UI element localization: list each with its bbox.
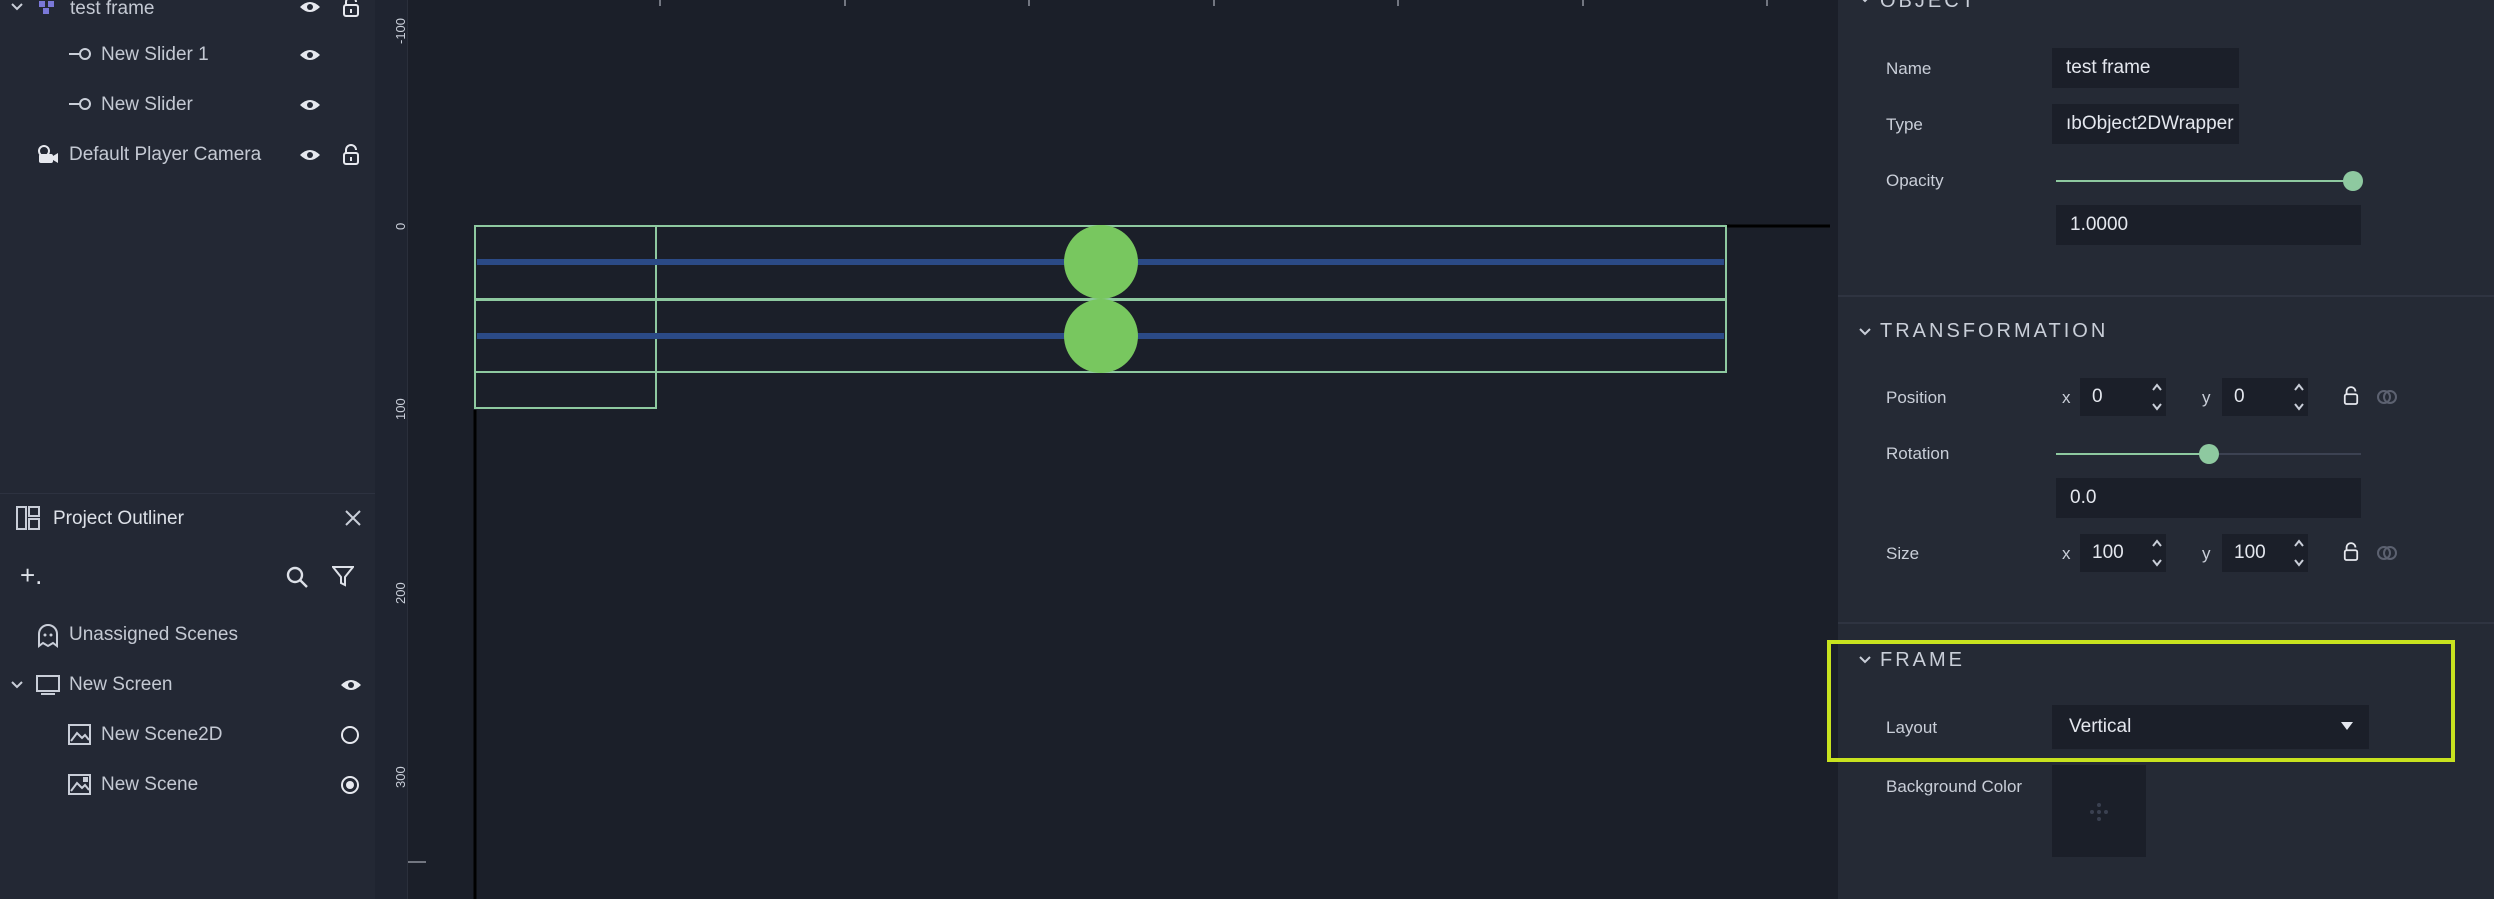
frame-icon <box>39 1 54 14</box>
position-label: Position <box>1886 388 1947 407</box>
background-color-label: Background Color <box>1886 777 2023 796</box>
stepper-arrows-icon[interactable] <box>2150 536 2164 570</box>
close-icon[interactable] <box>344 509 362 527</box>
size-label: Size <box>1886 544 1920 563</box>
ruler-tick-label: 100 <box>393 398 408 420</box>
hierarchy-item-label: Default Player Camera <box>69 144 262 165</box>
outliner-item-label: Unassigned Scenes <box>69 624 238 645</box>
caret-down-icon <box>2341 722 2353 730</box>
lock-icon[interactable] <box>2343 542 2359 562</box>
search-icon[interactable] <box>285 565 309 589</box>
hierarchy-item-label: New Slider <box>101 94 193 115</box>
outliner-toolbar: +. <box>0 552 375 600</box>
hierarchy-item-test-frame[interactable]: test frame <box>0 0 375 32</box>
add-button[interactable]: +. <box>20 560 42 591</box>
hierarchy-item-label: New Slider 1 <box>101 44 209 65</box>
layout-dropdown-value: Vertical <box>2069 716 2132 737</box>
opacity-label: Opacity <box>1886 171 1944 190</box>
slider-2-handle <box>1064 299 1138 373</box>
lock-icon[interactable] <box>2343 386 2359 406</box>
opacity-slider-track[interactable] <box>2056 180 2353 182</box>
rotation-input[interactable]: 0.0 <box>2056 478 2361 518</box>
scene-drawing <box>408 0 1830 899</box>
chevron-down-icon[interactable] <box>10 2 24 12</box>
chevron-down-icon[interactable] <box>10 680 24 690</box>
stepper-arrows-icon[interactable] <box>2292 380 2306 414</box>
project-outliner-header: Project Outliner <box>0 493 375 542</box>
outliner-item-new-screen[interactable]: New Screen <box>0 660 375 710</box>
slider-icon <box>69 98 91 110</box>
radio-selected-icon[interactable] <box>340 775 360 795</box>
rotation-slider-handle[interactable] <box>2198 444 2219 464</box>
ghost-icon <box>38 624 58 648</box>
ruler-tick-label: -100 <box>393 17 408 44</box>
section-divider <box>1838 622 2494 624</box>
stepper-arrows-icon[interactable] <box>2150 380 2164 414</box>
link-icon[interactable] <box>2376 542 2398 564</box>
position-x-axis-label: x <box>2062 388 2071 407</box>
section-header-transformation[interactable]: TRANSFORMATION <box>1880 320 2108 343</box>
outliner-item-new-scene[interactable]: New Scene <box>0 760 375 810</box>
slider-1-handle <box>1064 225 1138 299</box>
ruler-tick-label: 200 <box>393 582 408 604</box>
layout-dropdown[interactable]: Vertical <box>2052 705 2369 749</box>
vertical-ruler <box>375 0 408 899</box>
color-picker-icon <box>2090 803 2108 821</box>
type-field: ıbObject2DWrapper <box>2052 104 2239 144</box>
radio-empty-icon[interactable] <box>340 725 360 745</box>
outliner-item-label: New Scene2D <box>101 724 223 745</box>
section-header-frame[interactable]: FRAME <box>1880 649 1965 672</box>
name-label: Name <box>1886 59 1932 78</box>
position-y-axis-label: y <box>2202 388 2211 407</box>
outliner-item-unassigned-scenes[interactable]: Unassigned Scenes <box>0 610 375 660</box>
camera-icon <box>38 145 58 163</box>
eye-icon[interactable] <box>299 98 321 112</box>
filter-icon[interactable] <box>332 565 354 587</box>
hierarchy-item-default-player-camera[interactable]: Default Player Camera <box>0 130 375 180</box>
lock-icon[interactable] <box>342 144 360 166</box>
hierarchy-item-new-slider[interactable]: New Slider <box>0 80 375 130</box>
outliner-item-label: New Screen <box>69 674 173 695</box>
eye-icon[interactable] <box>340 678 362 692</box>
chevron-down-icon[interactable] <box>1858 655 1872 665</box>
eye-icon[interactable] <box>299 0 321 14</box>
ruler-tick-label: 300 <box>393 766 408 788</box>
viewport-canvas[interactable] <box>408 0 1830 899</box>
stepper-arrows-icon[interactable] <box>2292 536 2306 570</box>
name-input[interactable]: test frame <box>2052 48 2239 88</box>
opacity-slider-handle[interactable] <box>2343 171 2363 191</box>
eye-icon[interactable] <box>299 148 321 162</box>
outliner-item-label: New Scene <box>101 774 199 795</box>
outliner-item-new-scene2d[interactable]: New Scene2D <box>0 710 375 760</box>
scene-icon <box>68 774 91 795</box>
eye-icon[interactable] <box>299 48 321 62</box>
opacity-input[interactable]: 1.0000 <box>2056 205 2361 245</box>
rotation-slider-fill <box>2056 453 2209 455</box>
image-icon <box>68 724 91 745</box>
layout-label: Layout <box>1886 718 1938 737</box>
hierarchy-item-label: test frame <box>70 0 155 19</box>
ruler-tick-label: 0 <box>393 222 408 230</box>
screen-icon <box>36 675 60 695</box>
rotation-label: Rotation <box>1886 444 1950 463</box>
project-outliner-title: Project Outliner <box>53 508 184 529</box>
hierarchy-item-new-slider-1[interactable]: New Slider 1 <box>0 30 375 80</box>
background-color-swatch[interactable] <box>2052 765 2146 857</box>
link-icon[interactable] <box>2376 386 2398 408</box>
chevron-down-icon[interactable] <box>1858 0 1872 4</box>
size-y-axis-label: y <box>2202 544 2211 563</box>
section-divider <box>1838 295 2494 297</box>
lock-icon[interactable] <box>342 0 360 18</box>
type-label: Type <box>1886 115 1923 134</box>
chevron-down-icon[interactable] <box>1858 327 1872 337</box>
slider-icon <box>69 48 91 60</box>
outliner-icon <box>16 506 40 530</box>
size-x-axis-label: x <box>2062 544 2071 563</box>
section-header-object[interactable]: OBJECT <box>1880 0 1977 13</box>
